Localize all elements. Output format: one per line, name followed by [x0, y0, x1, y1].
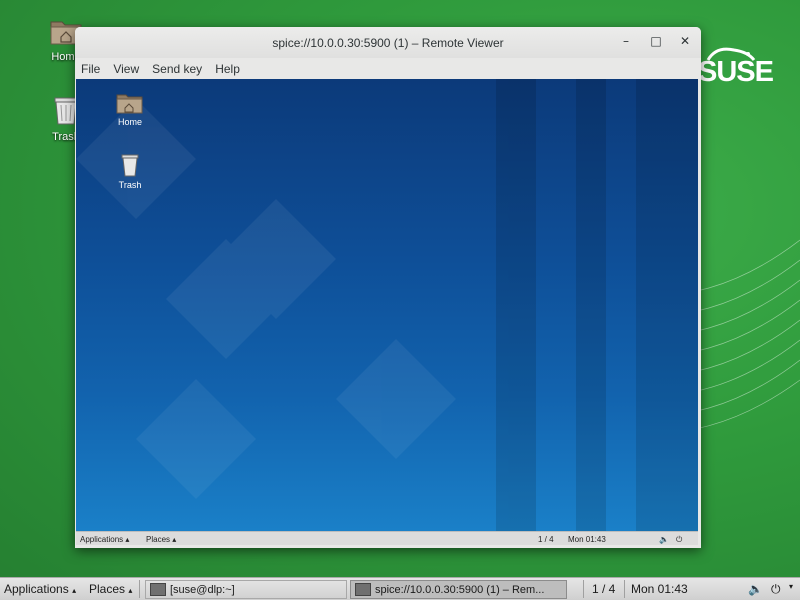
taskbar-item-label: [suse@dlp:~]	[170, 583, 235, 596]
guest-icon-home[interactable]: Home	[105, 91, 155, 127]
remote-viewer-window: spice://10.0.0.30:5900 (1) – Remote View…	[75, 27, 701, 548]
folder-home-icon	[116, 94, 143, 114]
trash-icon	[121, 154, 139, 177]
taskbar-item-label: spice://10.0.0.30:5900 (1) – Rem...	[375, 583, 545, 596]
taskbar-item-remote-viewer[interactable]: spice://10.0.0.30:5900 (1) – Rem...	[350, 580, 567, 599]
guest-icon-trash[interactable]: Trash	[105, 152, 155, 190]
taskbar-item-terminal[interactable]: [suse@dlp:~]	[145, 580, 347, 599]
close-button[interactable]: ✕	[676, 34, 694, 52]
guest-wallpaper-pattern	[76, 79, 698, 531]
minimize-button[interactable]: –	[617, 34, 635, 52]
guest-desktop-background	[76, 79, 698, 531]
terminal-icon	[150, 583, 166, 596]
places-menu[interactable]: Places ▴	[89, 582, 132, 596]
applications-menu[interactable]: Applications ▴	[4, 582, 76, 596]
window-titlebar[interactable]: spice://10.0.0.30:5900 (1) – Remote View…	[75, 27, 701, 58]
guest-clock[interactable]: Mon 01:43	[568, 535, 606, 544]
remote-display[interactable]: Home Trash Applications ▴ Places ▴ 1 / 4…	[76, 79, 698, 545]
suse-logo-text: SUSE	[698, 56, 774, 88]
guest-workspace-indicator[interactable]: 1 / 4	[538, 535, 554, 544]
guest-icon-label: Home	[117, 117, 142, 127]
maximize-button[interactable]: □	[647, 34, 665, 52]
menu-file[interactable]: File	[81, 62, 107, 76]
menu-send-key[interactable]: Send key	[152, 62, 209, 76]
menu-view[interactable]: View	[113, 62, 146, 76]
separator	[583, 580, 584, 598]
guest-panel: Applications ▴ Places ▴ 1 / 4 Mon 01:43 …	[76, 531, 698, 545]
menu-arrow-icon[interactable]: ▾	[789, 582, 793, 591]
workspace-indicator[interactable]: 1 / 4	[592, 582, 615, 596]
clock[interactable]: Mon 01:43	[631, 582, 688, 596]
guest-icon-label: Trash	[118, 180, 142, 190]
guest-applications-menu[interactable]: Applications ▴	[80, 535, 129, 544]
host-taskbar: Applications ▴ Places ▴ [suse@dlp:~] spi…	[0, 577, 800, 600]
power-icon[interactable]: ⏻	[676, 535, 682, 545]
suse-logo: SUSE	[698, 44, 798, 94]
menubar: File View Send key Help	[75, 58, 701, 79]
window-title: spice://10.0.0.30:5900 (1) – Remote View…	[272, 36, 504, 50]
guest-places-menu[interactable]: Places ▴	[146, 535, 176, 544]
volume-icon[interactable]: 🔈	[659, 535, 669, 544]
separator	[624, 580, 625, 598]
window-icon	[355, 583, 371, 596]
power-icon[interactable]: ⏻	[771, 582, 781, 597]
volume-icon[interactable]: 🔈	[748, 582, 763, 596]
separator	[139, 580, 140, 598]
menu-help[interactable]: Help	[215, 62, 247, 76]
